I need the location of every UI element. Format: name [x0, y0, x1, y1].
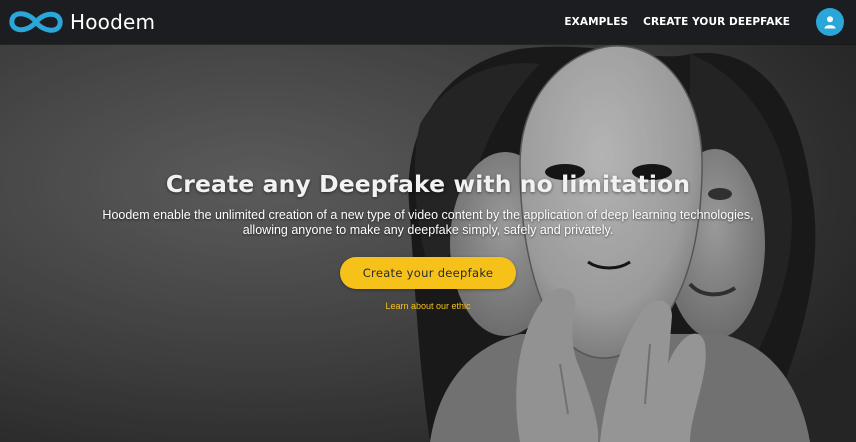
- brand-name: Hoodem: [70, 10, 156, 34]
- create-deepfake-button[interactable]: Create your deepfake: [340, 257, 516, 289]
- top-navbar: Hoodem EXAMPLES CREATE YOUR DEEPFAKE: [0, 0, 856, 44]
- hero-title: Create any Deepfake with no limitation: [165, 170, 691, 198]
- hero-content: Create any Deepfake with no limitation H…: [0, 44, 856, 311]
- user-icon: [824, 16, 836, 29]
- infinity-loop-logo-icon: [9, 11, 63, 33]
- nav-link-create-deepfake[interactable]: CREATE YOUR DEEPFAKE: [643, 16, 790, 28]
- hero-section: Create any Deepfake with no limitation H…: [0, 44, 856, 442]
- account-button[interactable]: [816, 8, 844, 36]
- page: Hoodem EXAMPLES CREATE YOUR DEEPFAKE Cre…: [0, 0, 856, 442]
- hero-description: Hoodem enable the unlimited creation of …: [102, 208, 754, 237]
- nav-links: EXAMPLES CREATE YOUR DEEPFAKE: [564, 8, 856, 36]
- brand-home-link[interactable]: Hoodem: [6, 7, 155, 37]
- learn-ethic-link[interactable]: Learn about our ethic: [0, 301, 856, 311]
- nav-link-examples[interactable]: EXAMPLES: [564, 16, 628, 28]
